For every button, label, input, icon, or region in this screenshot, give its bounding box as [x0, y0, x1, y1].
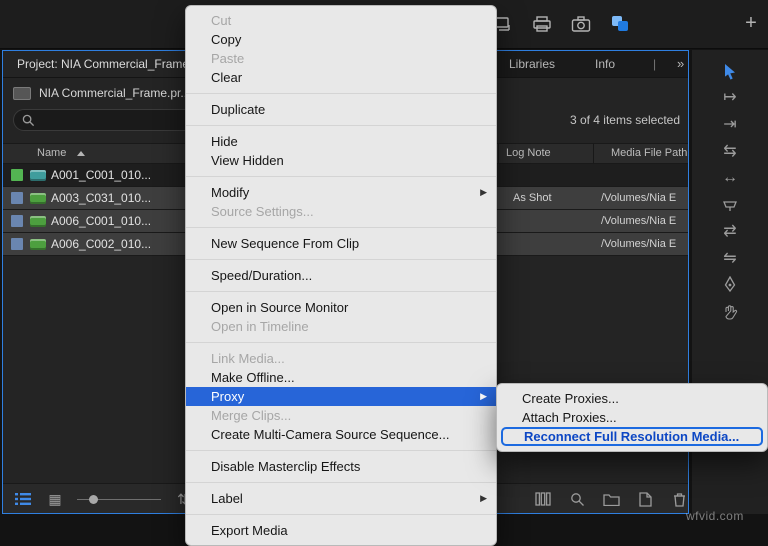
menu-item-link-media: Link Media... [211, 351, 285, 366]
menu-separator [186, 125, 496, 126]
submenu-arrow-icon: ▶ [480, 391, 487, 401]
menu-item-export-media[interactable]: Export Media [186, 521, 496, 540]
pen-tool[interactable] [719, 274, 741, 296]
premiere-window: + Project: NIA Commercial_Frame Librarie… [0, 0, 768, 546]
menu-item-duplicate[interactable]: Duplicate [186, 100, 496, 119]
submenu-item-create-proxies[interactable]: Create Proxies... [497, 389, 767, 408]
proxy-submenu: Create Proxies... Attach Proxies... Reco… [496, 383, 768, 452]
menu-item-proxy[interactable]: Proxy ▶ [186, 387, 496, 406]
top-bar-icon-group [492, 13, 631, 35]
thumbnail-zoom-slider[interactable] [77, 489, 161, 509]
menu-item-disable-masterclip-effects[interactable]: Disable Masterclip Effects [186, 457, 496, 476]
list-view-icon[interactable] [13, 489, 33, 509]
clip-icon [30, 216, 46, 227]
menu-item-view-hidden[interactable]: View Hidden [186, 151, 496, 170]
rolling-edit-tool[interactable]: ⇆ [719, 140, 741, 162]
menu-item-source-settings: Source Settings... [211, 204, 314, 219]
context-menu: Cut Copy Paste Clear Duplicate Hide View… [185, 5, 497, 546]
menu-separator [186, 482, 496, 483]
menu-separator [186, 291, 496, 292]
project-file-name: NIA Commercial_Frame.pr... [39, 86, 191, 100]
clip-icon [30, 193, 46, 204]
column-header-name[interactable]: Name [37, 144, 66, 163]
razor-tool[interactable] [719, 194, 741, 216]
clip-icon [30, 170, 46, 181]
hand-tool[interactable] [719, 301, 741, 323]
tab-info[interactable]: Info [595, 51, 615, 77]
menu-item-modify[interactable]: Modify ▶ [186, 183, 496, 202]
tab-libraries[interactable]: Libraries [509, 51, 555, 77]
menu-separator [186, 450, 496, 451]
automate-to-sequence-icon[interactable] [533, 489, 553, 509]
menu-separator [186, 259, 496, 260]
slip-tool[interactable]: ⇄ [719, 220, 741, 242]
menu-item-open-in-source-monitor[interactable]: Open in Source Monitor [186, 298, 496, 317]
menu-item-copy[interactable]: Copy [186, 30, 496, 49]
sort-ascending-icon [77, 151, 85, 156]
menu-item-cut: Cut [211, 13, 232, 28]
menu-item-label[interactable]: Label ▶ [186, 489, 496, 508]
print-icon[interactable] [531, 13, 553, 35]
new-bin-icon[interactable] [601, 489, 621, 509]
tab-project[interactable]: Project: NIA Commercial_Frame [3, 51, 204, 77]
ripple-edit-tool[interactable]: ⇥ [719, 113, 741, 135]
submenu-arrow-icon: ▶ [480, 493, 487, 503]
watermark: wfvid.com [686, 509, 744, 523]
label-color-chip [11, 169, 23, 181]
track-select-forward-tool[interactable]: ↦ [719, 86, 741, 108]
rate-stretch-tool[interactable]: ↔ [719, 167, 741, 189]
column-header-media-file-path[interactable]: Media File Path [611, 144, 687, 163]
thumbnail-view-icon[interactable]: ▦ [45, 489, 65, 509]
tab-divider: | [653, 57, 657, 71]
label-color-chip [11, 238, 23, 250]
column-header-log-note[interactable]: Log Note [506, 144, 551, 163]
menu-item-merge-clips: Merge Clips... [211, 408, 292, 423]
menu-item-hide[interactable]: Hide [186, 132, 496, 151]
add-panel-button[interactable]: + [742, 11, 760, 35]
selection-status: 3 of 4 items selected [569, 113, 680, 127]
menu-separator [186, 93, 496, 94]
selection-tool[interactable] [719, 61, 741, 83]
project-file-icon [13, 86, 31, 100]
menu-item-paste: Paste [211, 51, 245, 66]
submenu-arrow-icon: ▶ [480, 187, 487, 197]
menu-separator [186, 227, 496, 228]
menu-item-new-sequence-from-clip[interactable]: New Sequence From Clip [186, 234, 496, 253]
slide-tool[interactable]: ⇋ [719, 247, 741, 269]
clip-icon [30, 239, 46, 250]
find-icon[interactable] [567, 489, 587, 509]
menu-item-clear[interactable]: Clear [186, 68, 496, 87]
project-root-row[interactable]: NIA Commercial_Frame.pr... [13, 83, 190, 103]
menu-item-open-in-timeline: Open in Timeline [211, 319, 309, 334]
menu-separator [186, 342, 496, 343]
tab-overflow-chevron[interactable]: » [677, 51, 684, 77]
label-color-chip [11, 192, 23, 204]
menu-separator [186, 176, 496, 177]
menu-item-make-offline[interactable]: Make Offline... [186, 368, 496, 387]
submenu-item-attach-proxies[interactable]: Attach Proxies... [497, 408, 767, 427]
workspace-icon[interactable] [609, 13, 631, 35]
menu-item-create-multi-camera-source-sequence[interactable]: Create Multi-Camera Source Sequence... [186, 425, 496, 444]
menu-item-speed-duration[interactable]: Speed/Duration... [186, 266, 496, 285]
search-icon [22, 114, 35, 126]
label-color-chip [11, 215, 23, 227]
menu-separator [186, 514, 496, 515]
delete-icon[interactable] [669, 489, 689, 509]
slider-knob[interactable] [89, 495, 98, 504]
camera-icon[interactable] [570, 13, 592, 35]
submenu-item-reconnect-full-resolution-media[interactable]: Reconnect Full Resolution Media... [501, 427, 763, 446]
new-item-icon[interactable] [635, 489, 655, 509]
